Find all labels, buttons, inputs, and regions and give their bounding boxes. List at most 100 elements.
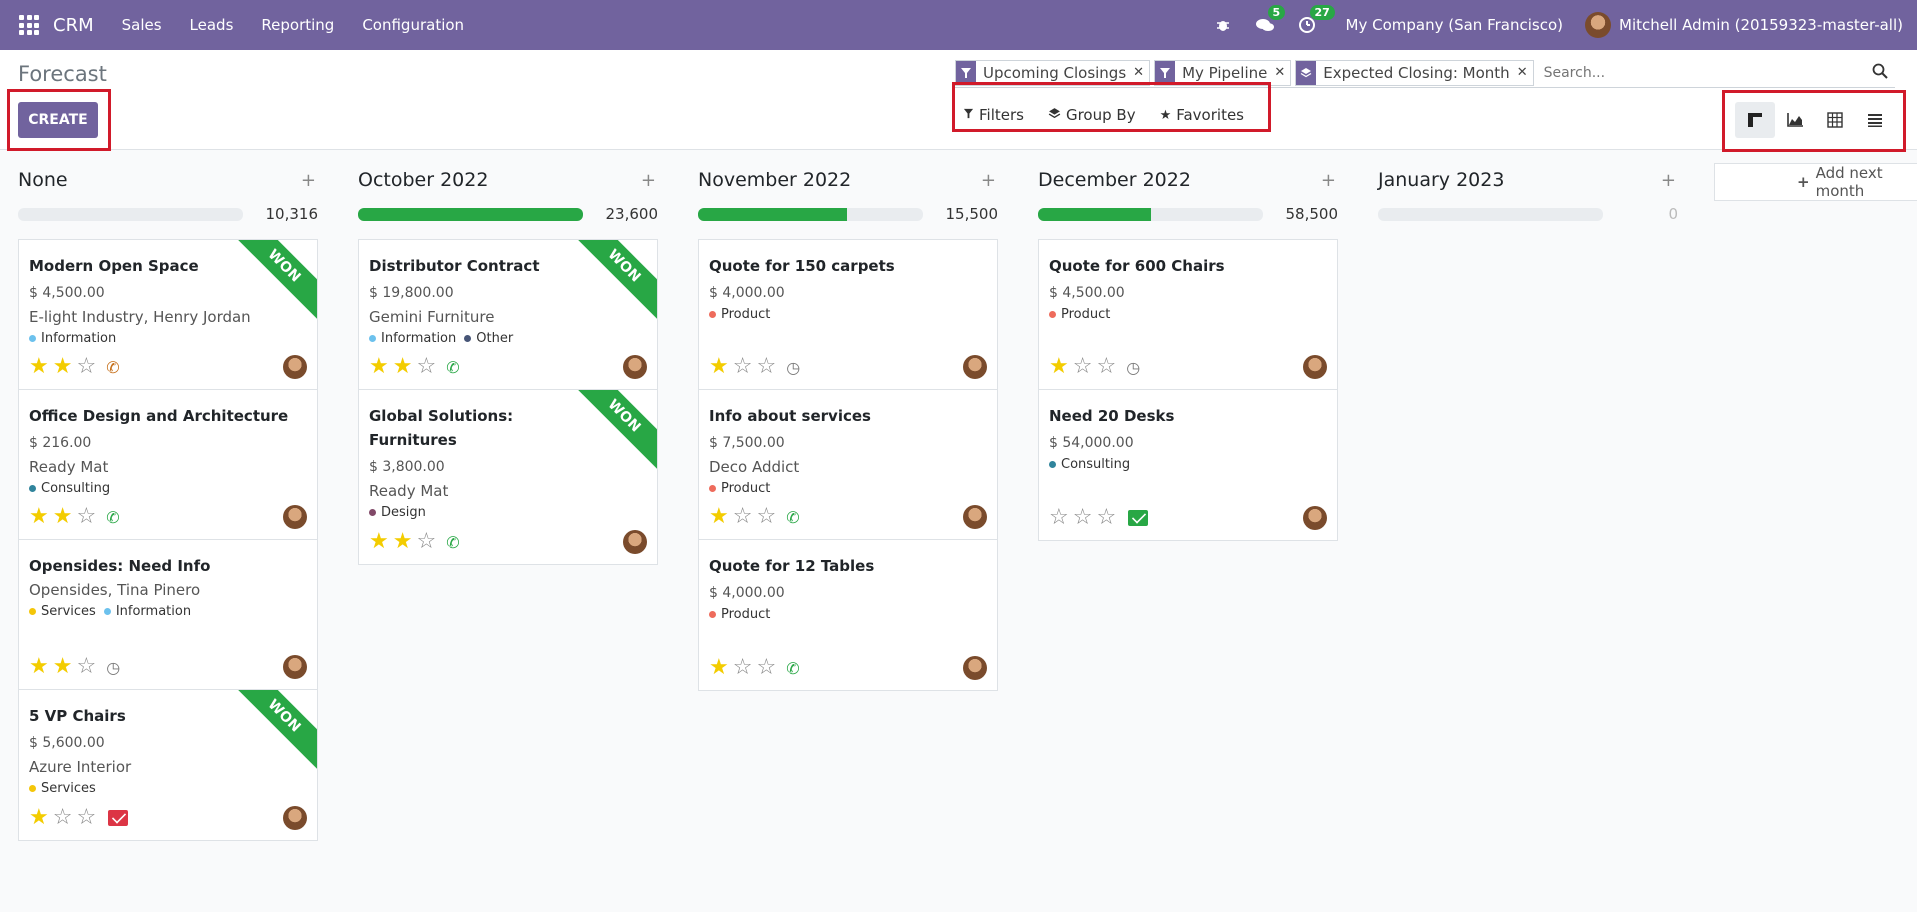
progress-bar[interactable] — [18, 207, 243, 221]
priority-star-icon[interactable]: ★ — [393, 531, 413, 553]
menu-configuration[interactable]: Configuration — [362, 16, 464, 34]
phone-activity-icon[interactable]: ✆ — [446, 533, 459, 552]
opportunity-card[interactable]: WON Modern Open Space $ 4,500.00 E-light In… — [19, 240, 317, 390]
priority-star-icon[interactable]: ☆ — [1049, 507, 1069, 529]
highlight-box-views — [1722, 90, 1906, 152]
menu-reporting[interactable]: Reporting — [261, 16, 334, 34]
priority-star-icon[interactable]: ★ — [369, 356, 389, 378]
salesperson-avatar[interactable] — [963, 505, 987, 529]
salesperson-avatar[interactable] — [623, 355, 647, 379]
menu-sales[interactable]: Sales — [122, 16, 162, 34]
close-icon[interactable]: ✕ — [1133, 61, 1149, 85]
priority-star-icon[interactable]: ★ — [709, 506, 729, 528]
progress-bar[interactable] — [1378, 207, 1603, 221]
priority-star-icon[interactable]: ☆ — [76, 807, 96, 829]
priority-star-icon[interactable]: ★ — [53, 356, 73, 378]
debug-icon[interactable] — [1212, 14, 1234, 36]
mail-activity-icon[interactable] — [1128, 510, 1149, 526]
opportunity-card[interactable]: Office Design and Architecture $ 216.00 Re… — [19, 390, 317, 540]
phone-activity-icon[interactable]: ✆ — [786, 508, 799, 527]
quick-create-icon[interactable]: + — [641, 170, 656, 191]
priority-star-icon[interactable]: ★ — [53, 506, 73, 528]
priority-star-icon[interactable]: ☆ — [76, 506, 96, 528]
search-input[interactable] — [1537, 64, 1865, 81]
opportunity-card[interactable]: WON Global Solutions: Furnitures $ 3,800.0… — [359, 390, 657, 564]
phone-activity-icon[interactable]: ✆ — [106, 508, 119, 527]
salesperson-avatar[interactable] — [963, 656, 987, 680]
user-avatar[interactable] — [1585, 12, 1611, 38]
priority-star-icon[interactable]: ☆ — [733, 506, 753, 528]
mail-activity-icon[interactable] — [108, 810, 129, 826]
apps-menu-icon[interactable] — [19, 15, 39, 35]
priority-star-icon[interactable]: ☆ — [1096, 507, 1116, 529]
priority-star-icon[interactable]: ☆ — [756, 506, 776, 528]
phone-activity-icon[interactable]: ✆ — [106, 358, 119, 377]
opportunity-card[interactable]: Need 20 Desks $ 54,000.00 Consulting ☆ ☆ ☆ — [1039, 390, 1337, 540]
opportunity-card[interactable]: Quote for 150 carpets $ 4,000.00 Product ★ ☆… — [699, 240, 997, 390]
priority-star-icon[interactable]: ★ — [29, 807, 49, 829]
progress-bar[interactable] — [1038, 207, 1263, 221]
column-header[interactable]: December 2022 + — [1038, 161, 1338, 199]
column-header[interactable]: November 2022 + — [698, 161, 998, 199]
quick-create-icon[interactable]: + — [1321, 170, 1336, 191]
quick-create-icon[interactable]: + — [301, 170, 316, 191]
salesperson-avatar[interactable] — [283, 355, 307, 379]
salesperson-avatar[interactable] — [283, 655, 307, 679]
column-header[interactable]: None + — [18, 161, 318, 199]
opportunity-card[interactable]: Opensides: Need Info Opensides, Tina Pine… — [19, 540, 317, 690]
close-icon[interactable]: ✕ — [1517, 61, 1533, 85]
progress-bar[interactable] — [698, 207, 923, 221]
column-header[interactable]: October 2022 + — [358, 161, 658, 199]
activities-icon[interactable]: 27 — [1296, 5, 1335, 36]
priority-star-icon[interactable]: ☆ — [53, 807, 73, 829]
user-menu[interactable]: Mitchell Admin (20159323-master-all) — [1619, 16, 1903, 34]
priority-star-icon[interactable]: ☆ — [1073, 356, 1093, 378]
close-icon[interactable]: ✕ — [1274, 61, 1290, 85]
opportunity-card[interactable]: WON 5 VP Chairs $ 5,600.00 Azure Interior Se… — [19, 690, 317, 840]
priority-star-icon[interactable]: ☆ — [756, 657, 776, 679]
column-header[interactable]: January 2023 + — [1378, 161, 1678, 199]
priority-star-icon[interactable]: ★ — [29, 356, 49, 378]
priority-star-icon[interactable]: ☆ — [76, 356, 96, 378]
clock-activity-icon[interactable]: ◷ — [106, 658, 120, 677]
priority-star-icon[interactable]: ☆ — [416, 531, 436, 553]
priority-star-icon[interactable]: ☆ — [76, 656, 96, 678]
opportunity-card[interactable]: WON Distributor Contract $ 19,800.00 Gemini… — [359, 240, 657, 390]
priority-star-icon[interactable]: ★ — [393, 356, 413, 378]
salesperson-avatar[interactable] — [963, 355, 987, 379]
company-switcher[interactable]: My Company (San Francisco) — [1346, 16, 1563, 34]
priority-star-icon[interactable]: ★ — [1049, 356, 1069, 378]
search-icon[interactable] — [1865, 63, 1895, 83]
salesperson-avatar[interactable] — [1303, 355, 1327, 379]
opportunity-card[interactable]: Quote for 12 Tables $ 4,000.00 Product ★ ☆ ☆ ✆ — [699, 540, 997, 690]
opportunity-card[interactable]: Info about services $ 7,500.00 Deco Addict… — [699, 390, 997, 540]
priority-star-icon[interactable]: ☆ — [1096, 356, 1116, 378]
phone-activity-icon[interactable]: ✆ — [786, 659, 799, 678]
quick-create-icon[interactable]: + — [1661, 170, 1676, 191]
progress-bar[interactable] — [358, 207, 583, 221]
priority-star-icon[interactable]: ★ — [369, 531, 389, 553]
opportunity-card[interactable]: Quote for 600 Chairs $ 4,500.00 Product ★ ☆ ☆… — [1039, 240, 1337, 390]
salesperson-avatar[interactable] — [1303, 506, 1327, 530]
messages-icon[interactable]: 5 — [1254, 5, 1286, 36]
salesperson-avatar[interactable] — [623, 530, 647, 554]
add-column-button[interactable]: + Add next month — [1714, 163, 1917, 201]
salesperson-avatar[interactable] — [283, 806, 307, 830]
clock-activity-icon[interactable]: ◷ — [786, 358, 800, 377]
priority-star-icon[interactable]: ☆ — [416, 356, 436, 378]
priority-star-icon[interactable]: ★ — [29, 656, 49, 678]
priority-star-icon[interactable]: ☆ — [733, 657, 753, 679]
menu-leads[interactable]: Leads — [190, 16, 234, 34]
phone-activity-icon[interactable]: ✆ — [446, 358, 459, 377]
priority-star-icon[interactable]: ★ — [53, 656, 73, 678]
priority-star-icon[interactable]: ★ — [29, 506, 49, 528]
priority-star-icon[interactable]: ☆ — [756, 356, 776, 378]
priority-star-icon[interactable]: ★ — [709, 657, 729, 679]
salesperson-avatar[interactable] — [283, 505, 307, 529]
priority-star-icon[interactable]: ★ — [709, 356, 729, 378]
priority-star-icon[interactable]: ☆ — [733, 356, 753, 378]
app-brand[interactable]: CRM — [53, 15, 94, 36]
quick-create-icon[interactable]: + — [981, 170, 996, 191]
clock-activity-icon[interactable]: ◷ — [1126, 358, 1140, 377]
priority-star-icon[interactable]: ☆ — [1073, 507, 1093, 529]
